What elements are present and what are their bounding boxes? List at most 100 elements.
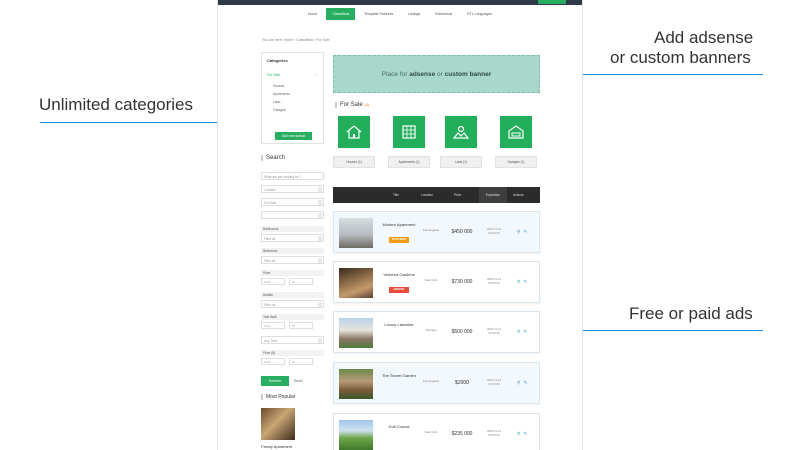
listing-location: New York [424, 430, 438, 434]
price-from-input[interactable]: From [261, 278, 285, 285]
for-sale-title: For Sale (4) [335, 102, 369, 108]
col-title[interactable]: Title [393, 187, 399, 203]
price-to-input[interactable]: To [289, 278, 313, 285]
nav-extensions[interactable]: Extensions [429, 8, 458, 20]
callout-categories: Unlimited categories [39, 95, 194, 114]
listing-thumbnail[interactable] [339, 318, 373, 348]
listing-price: $2000 [455, 380, 469, 386]
year-built-label: Year Built [261, 314, 324, 320]
bathrooms-value: Filter all [264, 237, 276, 241]
category-label-land[interactable]: Land (1) [440, 156, 482, 168]
top-bar-button[interactable] [538, 0, 566, 4]
listing-title[interactable]: Modern Apartment [380, 222, 418, 227]
category-label-apartments[interactable]: Apartments (1) [388, 156, 430, 168]
reset-link[interactable]: Reset [294, 379, 303, 383]
for-sale-label: For Sale [340, 102, 363, 108]
listing-row[interactable]: Modern Apartment FEATURED Los Angeles $4… [333, 211, 540, 253]
subcategory-garages[interactable]: Garages [273, 108, 286, 112]
main-nav: Home Classifieds Template Features Listi… [218, 8, 582, 20]
category-label: For Sale [267, 73, 281, 77]
category-for-sale[interactable]: For Sale › [267, 73, 319, 77]
category-label-garages[interactable]: Garages (1) [495, 156, 537, 168]
most-popular-title: Most Popular [261, 394, 295, 400]
listing-actions[interactable]: ⚲ ✎ [517, 380, 528, 386]
year-to-input[interactable]: To [289, 322, 313, 329]
listing-badge: FEATURED [389, 237, 409, 243]
price-range-from-input[interactable]: From [261, 358, 285, 365]
col-price[interactable]: Price [454, 187, 461, 203]
listing-title[interactable]: Verbena Gardens [380, 272, 418, 277]
nav-classifieds[interactable]: Classifieds [326, 8, 356, 20]
details-value: Filter all [264, 303, 276, 307]
listing-actions[interactable]: ⚲ ✎ [517, 431, 528, 437]
col-actions[interactable]: Actions [513, 187, 523, 203]
listing-actions[interactable]: ⚲ ✎ [517, 279, 528, 285]
col-location[interactable]: Location [421, 187, 433, 203]
category-select[interactable]: For Sale [261, 198, 324, 206]
subcategory-select[interactable] [261, 211, 324, 219]
nav-template-features[interactable]: Template Features [358, 8, 399, 20]
top-bar [218, 0, 582, 5]
nav-listings[interactable]: Listings [402, 8, 426, 20]
category-tile-land[interactable] [445, 116, 477, 148]
col-expiration[interactable]: Expiration [479, 187, 507, 203]
nav-rtl-languages[interactable]: RTL Languages [461, 8, 498, 20]
nav-home[interactable]: Home [302, 8, 323, 20]
select-arrow-icon [318, 200, 322, 205]
listing-location: Los Angeles [422, 379, 440, 383]
categories-box: Categories For Sale › Houses Apartments L… [261, 52, 324, 144]
listing-row[interactable]: Verbena Gardens URGENT New York $730 000… [333, 261, 540, 303]
add-subcategory-button[interactable]: Add new subcat [275, 132, 312, 140]
details-select[interactable]: Filter all [261, 300, 324, 308]
listing-price: $730 000 [451, 279, 473, 285]
any-time-value: Any Time [264, 339, 278, 343]
popular-item-image[interactable] [261, 408, 295, 440]
listing-expiration: 2020-11-21 00:00:00 [486, 378, 502, 386]
listing-title[interactable]: Luxury Lakeside [380, 322, 418, 327]
popular-item-name[interactable]: Family Apartment [261, 444, 292, 449]
listing-row[interactable]: Luxury Lakeside Chicago $500 000 2020-11… [333, 311, 540, 353]
location-select[interactable]: Location [261, 185, 324, 193]
search-button[interactable]: Search [261, 376, 289, 386]
ad-banner-placeholder[interactable]: Place for adsense or custom banner [333, 55, 540, 93]
listing-price: $450 000 [451, 229, 473, 235]
listing-thumbnail[interactable] [339, 369, 373, 399]
keyword-input[interactable]: What are you looking for ? [261, 172, 324, 180]
category-tile-apartments[interactable] [393, 116, 425, 148]
bathrooms-label: Bathrooms [261, 226, 324, 232]
callout-banners-line1: Add adsense [654, 28, 754, 47]
listing-location: Chicago [425, 328, 437, 332]
subcategory-apartments[interactable]: Apartments [273, 92, 290, 96]
location-value: Location [264, 188, 277, 192]
category-tile-houses[interactable] [338, 116, 370, 148]
banner-adsense: adsense [409, 71, 436, 78]
listing-row[interactable]: The Secret Garden Los Angeles $2000 2020… [333, 362, 540, 404]
category-label-houses[interactable]: Houses (1) [333, 156, 375, 168]
select-arrow-icon [318, 258, 322, 263]
bathrooms-select[interactable]: Filter all [261, 234, 324, 242]
apartment-icon [402, 125, 416, 139]
search-title: Search [261, 155, 285, 161]
bedrooms-select[interactable]: Filter all [261, 256, 324, 264]
year-from-input[interactable]: From [261, 322, 285, 329]
subcategory-houses[interactable]: Houses [273, 84, 284, 88]
listing-thumbnail[interactable] [339, 420, 373, 450]
listing-actions[interactable]: ⚲ ✎ [517, 229, 528, 235]
listing-actions[interactable]: ⚲ ✎ [517, 329, 528, 335]
any-time-select[interactable]: Any Time [261, 336, 324, 344]
listing-title[interactable]: Golf Course [380, 424, 418, 429]
price-range-to-input[interactable]: To [289, 358, 313, 365]
listing-thumbnail[interactable] [339, 218, 373, 248]
banner-prefix: Place for [381, 71, 410, 78]
listing-row[interactable]: Golf Course New York $235 000 2020-11-21… [333, 413, 540, 450]
category-tile-garages[interactable] [500, 116, 532, 148]
listing-thumbnail[interactable] [339, 268, 373, 298]
listing-price: $500 000 [451, 329, 473, 335]
select-arrow-icon [318, 187, 322, 192]
listing-badge: URGENT [389, 287, 409, 293]
listing-location: New York [424, 278, 438, 282]
categories-title: Categories [267, 58, 288, 63]
website-preview: Home Classifieds Template Features Listi… [218, 0, 582, 450]
listing-title[interactable]: The Secret Garden [380, 373, 418, 378]
subcategory-land[interactable]: Land [273, 100, 280, 104]
